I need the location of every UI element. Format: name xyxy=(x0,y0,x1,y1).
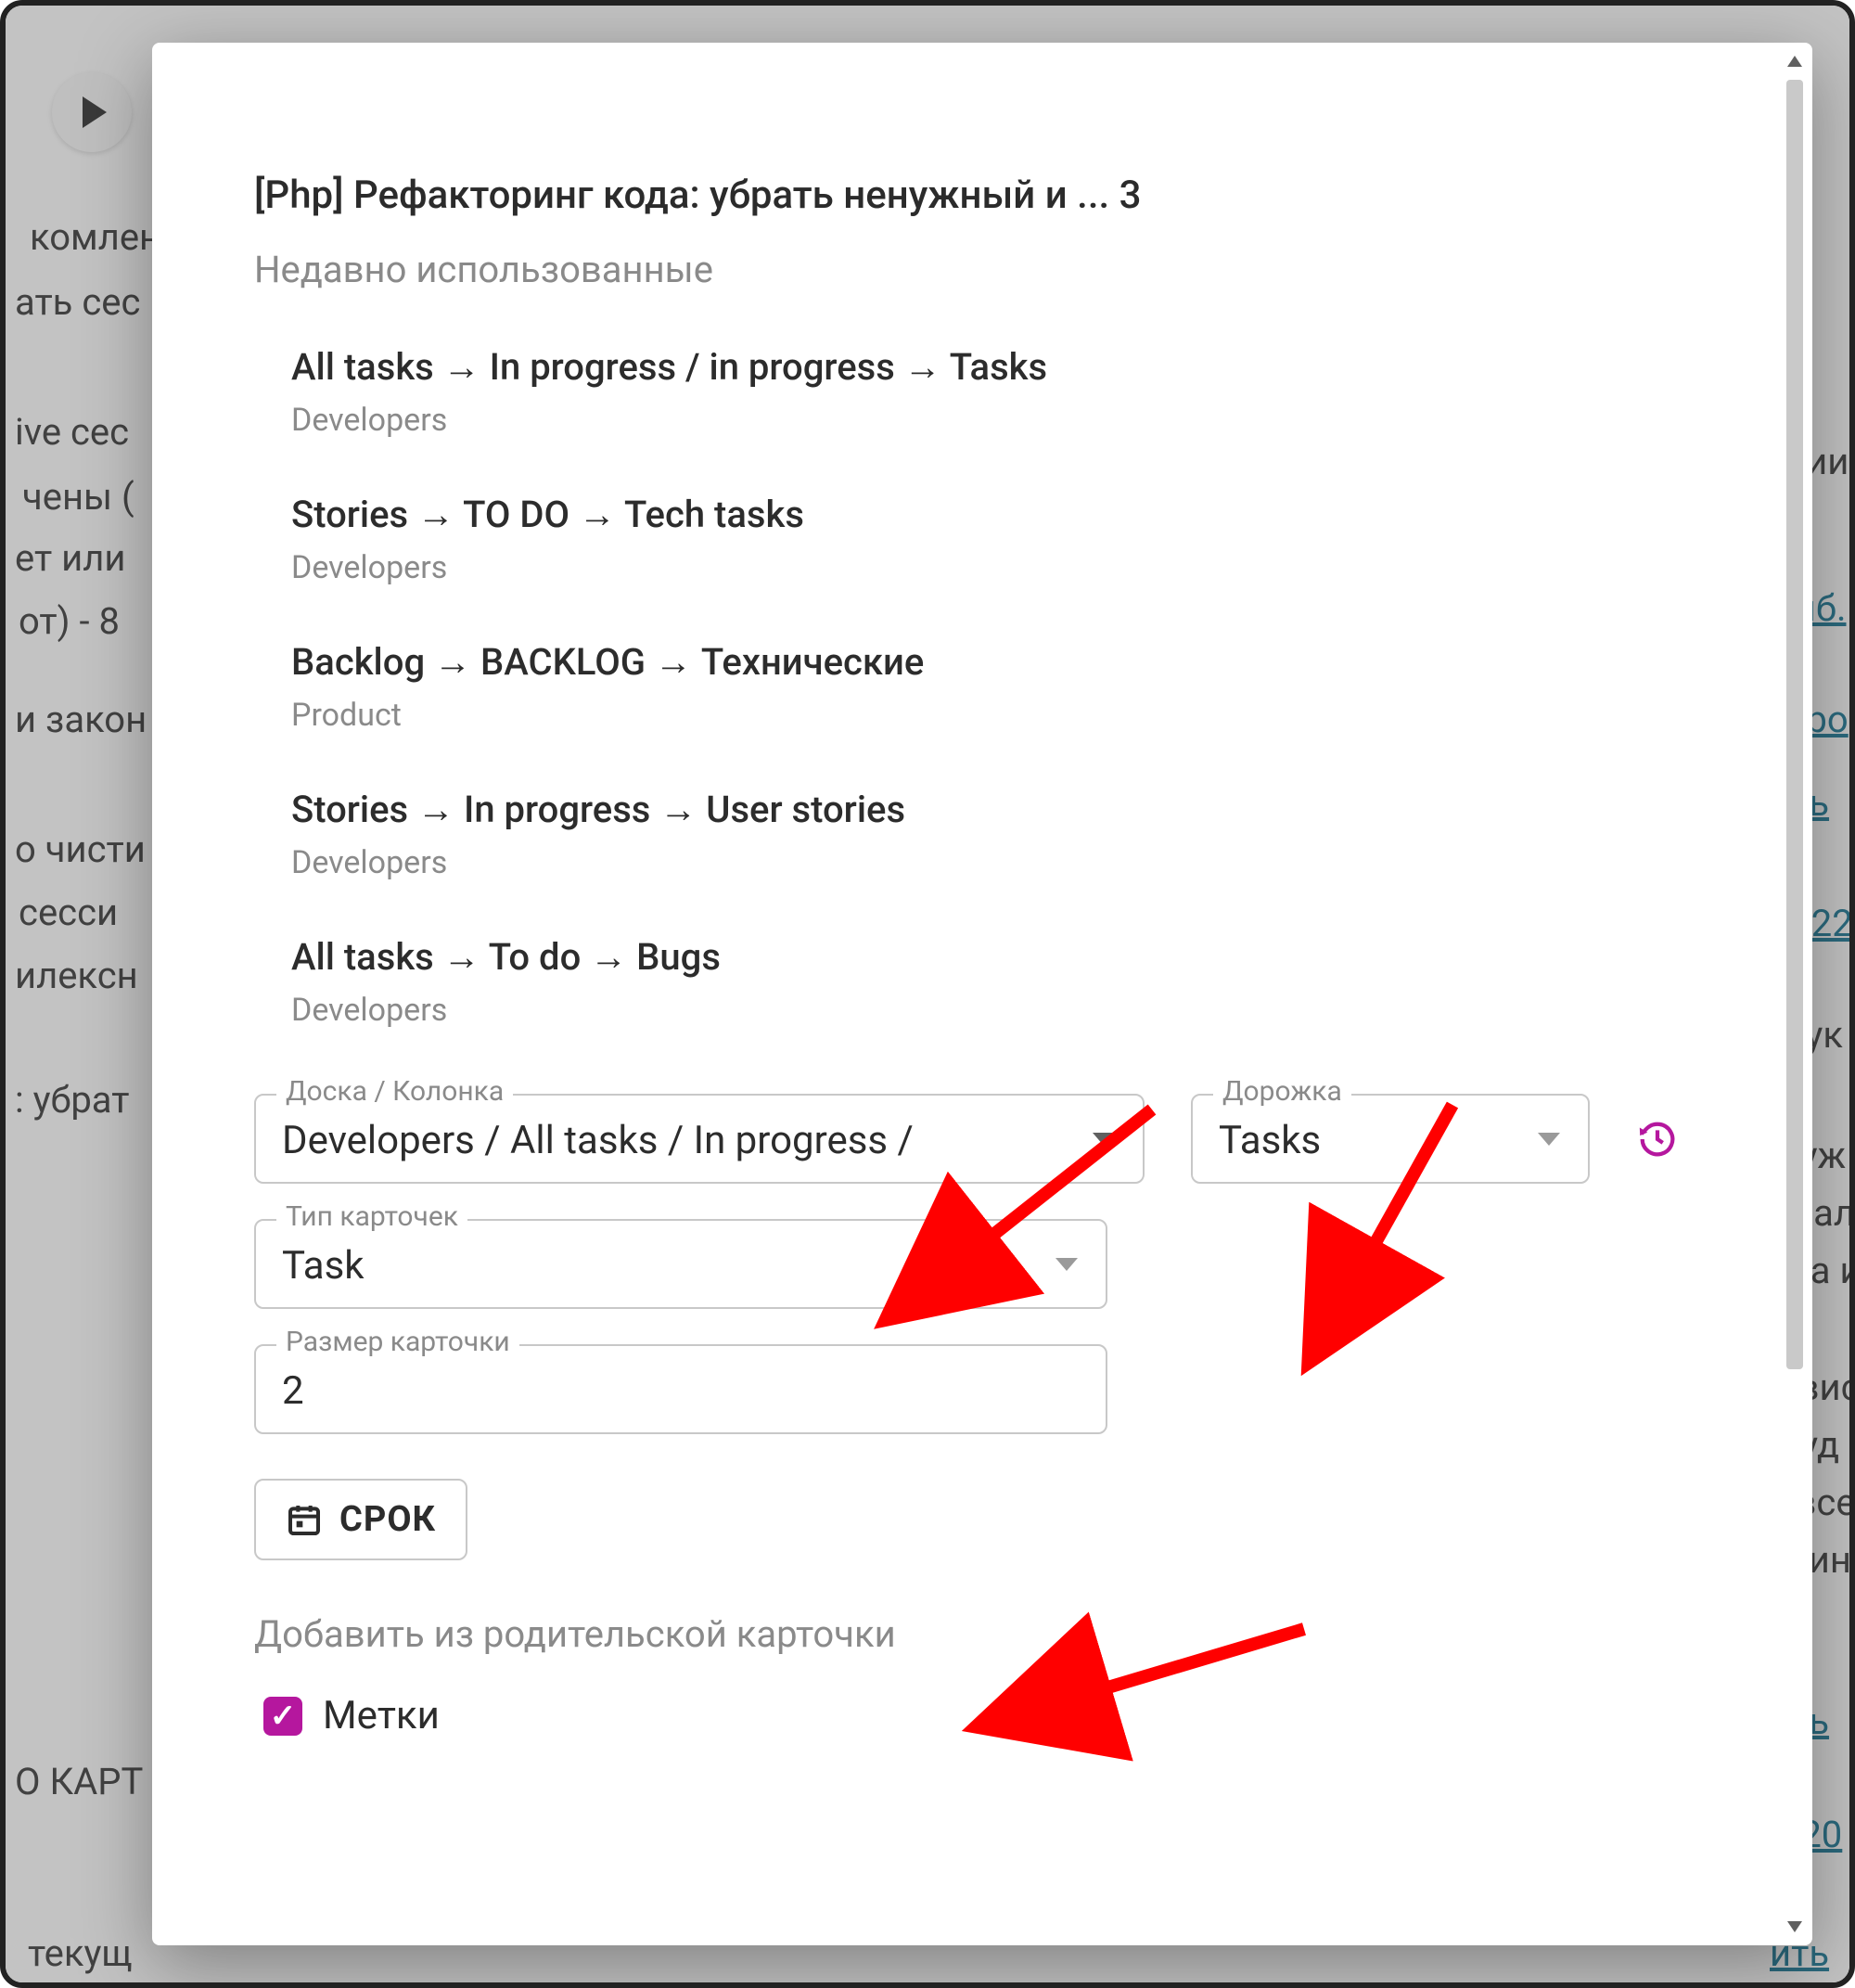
field-label: Доска / Колонка xyxy=(276,1075,513,1108)
lane-select[interactable]: Дорожка Tasks xyxy=(1191,1094,1590,1184)
recent-location-item[interactable]: Stories → In progress → User stories Dev… xyxy=(254,788,1710,881)
recent-project: Product xyxy=(291,697,1710,734)
scroll-thumb[interactable] xyxy=(1786,80,1803,1369)
field-label: Дорожка xyxy=(1213,1075,1351,1108)
inherit-labels-row[interactable]: ✓ Метки xyxy=(254,1693,1710,1738)
recent-path: Stories → In progress → User stories xyxy=(291,788,1710,831)
calendar-icon xyxy=(286,1501,323,1538)
recent-project: Developers xyxy=(291,402,1710,439)
parent-section-label: Добавить из родительской карточки xyxy=(254,1612,1710,1656)
field-value: Developers / All tasks / In progress / xyxy=(282,1118,1117,1163)
deadline-label: СРОК xyxy=(339,1499,436,1540)
recent-location-item[interactable]: All tasks → To do → Bugs Developers xyxy=(254,935,1710,1029)
field-value: Task xyxy=(282,1243,1080,1289)
card-type-select[interactable]: Тип карточек Task xyxy=(254,1219,1107,1309)
scroll-down-icon[interactable] xyxy=(1787,1921,1802,1932)
recent-project: Developers xyxy=(291,992,1710,1029)
recent-project: Developers xyxy=(291,549,1710,586)
board-lane-row: Доска / Колонка Developers / All tasks /… xyxy=(254,1094,1710,1184)
recent-section-label: Недавно использованные xyxy=(254,248,1710,291)
recent-location-item[interactable]: All tasks → In progress / in progress → … xyxy=(254,345,1710,439)
recent-project: Developers xyxy=(291,844,1710,881)
recent-location-item[interactable]: Backlog → BACKLOG → Технические Product xyxy=(254,640,1710,734)
field-label: Тип карточек xyxy=(276,1200,467,1233)
chevron-down-icon xyxy=(1093,1133,1115,1146)
check-icon: ✓ xyxy=(270,1698,297,1735)
modal-scrollbar[interactable] xyxy=(1785,50,1805,1938)
recent-path: Backlog → BACKLOG → Технические xyxy=(291,640,1710,684)
recent-location-item[interactable]: Stories → TO DO → Tech tasks Developers xyxy=(254,493,1710,586)
recent-path: All tasks → To do → Bugs xyxy=(291,935,1710,979)
deadline-button[interactable]: СРОК xyxy=(254,1479,467,1560)
recent-path: Stories → TO DO → Tech tasks xyxy=(291,493,1710,536)
card-size-input[interactable]: Размер карточки 2 xyxy=(254,1344,1107,1434)
modal-body: [Php] Рефакторинг кода: убрать ненужный … xyxy=(152,43,1812,1945)
scroll-up-icon[interactable] xyxy=(1787,56,1802,67)
checkbox-checked-icon[interactable]: ✓ xyxy=(263,1697,302,1736)
chevron-down-icon xyxy=(1538,1133,1560,1146)
chevron-down-icon xyxy=(1055,1258,1078,1271)
field-value: 2 xyxy=(282,1368,1080,1414)
card-title-input[interactable]: [Php] Рефакторинг кода: убрать ненужный … xyxy=(254,173,1710,218)
app-frame: комлен ать сес ive сес чены ( ет или от)… xyxy=(0,0,1855,1988)
create-child-card-modal: [Php] Рефакторинг кода: убрать ненужный … xyxy=(152,43,1812,1945)
board-column-select[interactable]: Доска / Колонка Developers / All tasks /… xyxy=(254,1094,1145,1184)
checkbox-label: Метки xyxy=(323,1693,440,1738)
field-label: Размер карточки xyxy=(276,1326,519,1358)
history-icon[interactable] xyxy=(1636,1118,1679,1161)
field-value: Tasks xyxy=(1219,1118,1562,1163)
recent-path: All tasks → In progress / in progress → … xyxy=(291,345,1710,389)
